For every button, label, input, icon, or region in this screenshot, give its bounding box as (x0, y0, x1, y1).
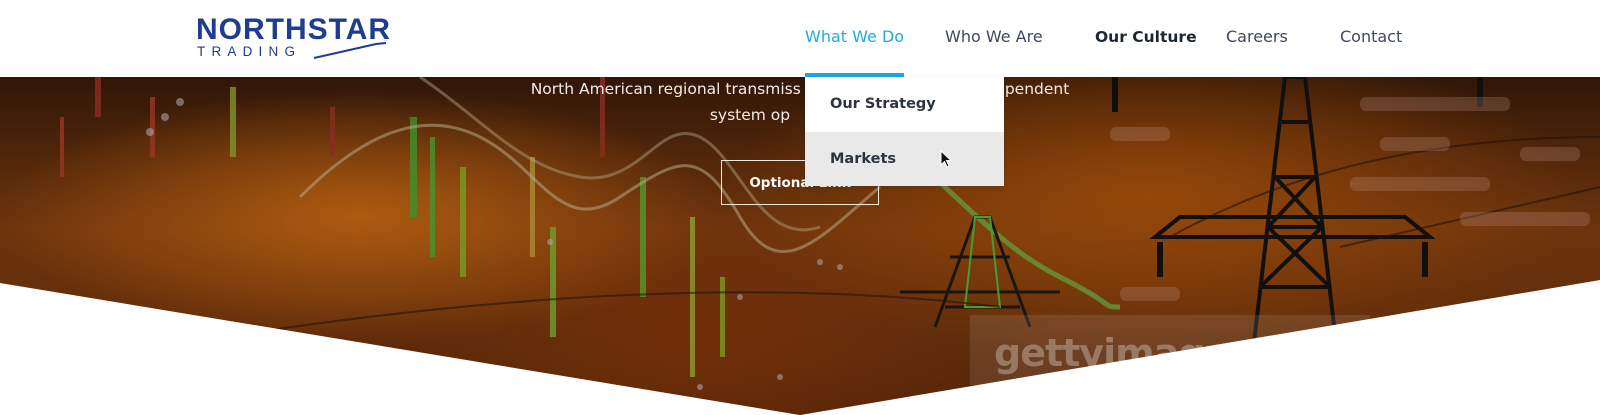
mouse-cursor-icon (940, 150, 952, 168)
nav-contact[interactable]: Contact (1340, 26, 1402, 48)
what-we-do-dropdown: Our Strategy Markets (805, 77, 1004, 186)
hero-content: gettyimages North American regional tran… (0, 77, 1600, 415)
dropdown-item-our-strategy[interactable]: Our Strategy (805, 77, 1004, 131)
northstar-logo[interactable]: NORTHSTAR TRADING (196, 14, 396, 60)
nav-what-we-do[interactable]: What We Do (805, 26, 904, 48)
dropdown-item-markets[interactable]: Markets (805, 132, 1004, 186)
nav-our-culture[interactable]: Our Culture (1095, 26, 1197, 48)
hero-text-line2: system op (709, 106, 791, 124)
nav-careers[interactable]: Careers (1226, 26, 1288, 48)
site-header: NORTHSTAR TRADING What We Do Who We Are … (0, 0, 1600, 77)
nav-who-we-are[interactable]: Who We Are (945, 26, 1043, 48)
logo-star-swoosh-icon (313, 42, 387, 59)
hero-text-line1: North American regional transmiss (530, 80, 801, 98)
getty-watermark: gettyimages (994, 331, 1252, 375)
hero-text-line1-end: pendent (1004, 80, 1070, 98)
